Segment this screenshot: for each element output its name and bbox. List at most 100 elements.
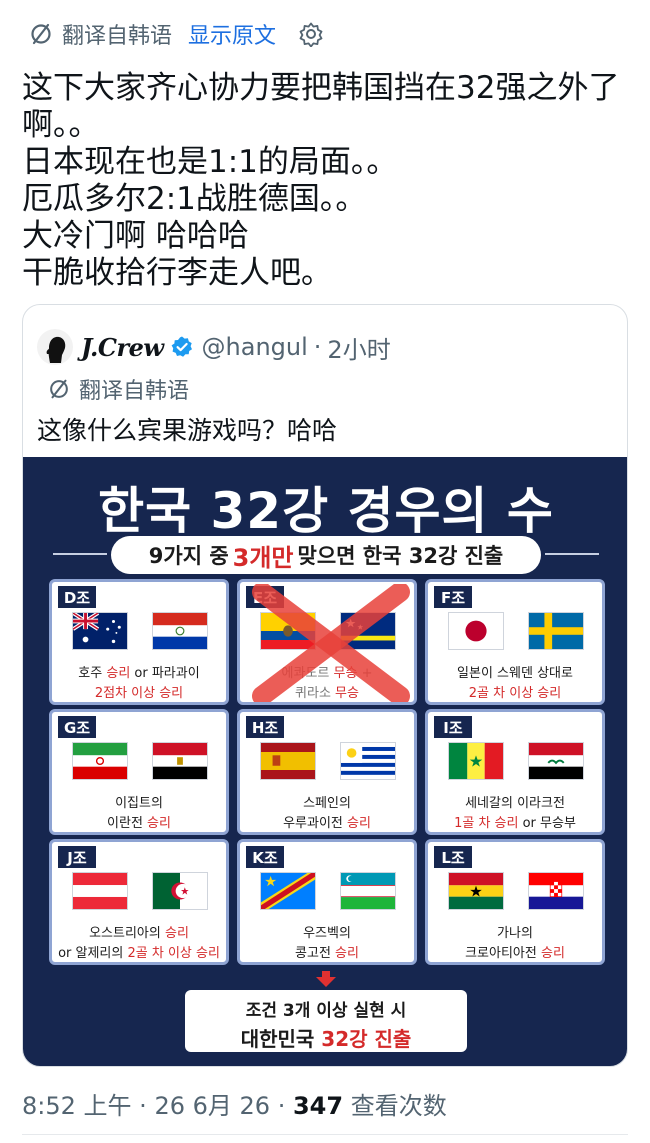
condition-highlight: 승리 bbox=[540, 946, 565, 961]
tweet-meta: 8:52 上午 · 26 6月 26 · 347 查看次数 bbox=[22, 1086, 447, 1121]
group-condition-line: 이집트의 bbox=[52, 792, 226, 811]
tweet-line: 干脆收拾行李走人吧。 bbox=[22, 255, 332, 291]
flag-paraguay-icon bbox=[152, 612, 208, 650]
flag-croatia-icon bbox=[528, 872, 584, 910]
condition-text: 이란전 bbox=[107, 816, 148, 831]
translate-icon bbox=[50, 379, 68, 399]
subtitle-text: 9가지 중 bbox=[148, 544, 229, 568]
flag-uzbekistan-icon bbox=[340, 872, 396, 910]
group-condition-line: 일본이 스웨덴 상대로 bbox=[428, 662, 602, 681]
condition-text: or 알제리의 bbox=[58, 946, 128, 961]
poster-subtitle: 9가지 중 3개만 맞으면 한국 32강 진출 bbox=[111, 536, 541, 574]
quoted-author-name[interactable]: J.Crew bbox=[81, 333, 164, 362]
group-condition-line: 퀴라소 무승 bbox=[240, 682, 414, 701]
quoted-translation-label: 翻译自韩语 bbox=[79, 379, 190, 404]
group-condition-line: 콩고전 승리 bbox=[240, 942, 414, 961]
group-condition-line: 오스트리아의 승리 bbox=[52, 922, 226, 941]
group-condition-line: 우루과이전 승리 bbox=[240, 812, 414, 831]
condition-highlight: 승리 bbox=[164, 926, 189, 941]
group-label: D조 bbox=[58, 586, 96, 608]
condition-text: 스페인의 bbox=[303, 796, 351, 811]
condition-highlight: 무승 bbox=[333, 666, 358, 681]
flag-austria-icon bbox=[72, 872, 128, 910]
condition-highlight: 무승 bbox=[335, 686, 359, 701]
translation-bar: 翻译自韩语 显示原文 bbox=[28, 18, 324, 50]
group-cell: K조우즈벡의 콩고전 승리 bbox=[237, 839, 417, 965]
verified-badge-icon bbox=[171, 336, 192, 357]
condition-text: or 파라과이 bbox=[130, 666, 200, 681]
group-condition-line: 에콰도르 무승 + bbox=[240, 662, 414, 681]
flag-australia-icon bbox=[72, 612, 128, 650]
group-condition-line: 스페인의 bbox=[240, 792, 414, 811]
divider bbox=[22, 1134, 628, 1135]
group-cell: D조호주 승리 or 파라과이 2점차 이상 승리 bbox=[49, 579, 229, 705]
flag-egypt-icon bbox=[152, 742, 208, 780]
flag-curacao-icon bbox=[340, 612, 396, 650]
separator-dot: · bbox=[139, 1092, 155, 1120]
flag-sweden-icon bbox=[528, 612, 584, 650]
condition-text: or 무승부 bbox=[518, 816, 576, 831]
group-label: I조 bbox=[434, 716, 472, 738]
poster-title: 한국 32강 경우의 수 bbox=[98, 482, 554, 540]
group-label: L조 bbox=[434, 846, 472, 868]
avatar[interactable] bbox=[37, 329, 73, 365]
condition-highlight: 승리 bbox=[335, 946, 359, 961]
subtitle-text: 맞으면 한국 32강 진출 bbox=[297, 544, 504, 568]
flag-drcongo-icon bbox=[260, 872, 316, 910]
condition-text: 오스트리아의 bbox=[89, 926, 165, 941]
quoted-author-handle[interactable]: @hangul bbox=[202, 333, 308, 361]
condition-text: 이집트의 bbox=[115, 796, 163, 811]
flag-uruguay-icon bbox=[340, 742, 396, 780]
condition-text: 일본이 스웨덴 상대로 bbox=[457, 666, 573, 681]
quoted-translation-bar: 翻译自韩语 bbox=[47, 373, 189, 405]
group-label: K조 bbox=[246, 846, 284, 868]
gear-icon[interactable] bbox=[298, 21, 324, 47]
arrow-down-icon bbox=[316, 971, 336, 987]
quoted-tweet-header: J.Crew @hangul · 2小时 bbox=[37, 327, 391, 367]
flag-iraq-icon bbox=[528, 742, 584, 780]
tweet-time[interactable]: 8:52 上午 bbox=[22, 1092, 132, 1120]
separator-dot: · bbox=[313, 333, 322, 361]
group-label: F조 bbox=[434, 586, 472, 608]
group-label: G조 bbox=[58, 716, 96, 738]
group-cell: E조 에콰도르 무승 + 퀴라소 무승 bbox=[237, 579, 417, 705]
separator-dot: · bbox=[277, 1092, 293, 1120]
group-cell: F조 일본이 스웨덴 상대로 2골 차 이상 승리 bbox=[425, 579, 605, 705]
group-condition-line: 크로아티아전 승리 bbox=[428, 942, 602, 961]
group-cell: H조 스페인의 우루과이전 승리 bbox=[237, 709, 417, 835]
group-cell: G조 이집트의 이란전 승리 bbox=[49, 709, 229, 835]
flag-ghana-icon bbox=[448, 872, 504, 910]
group-cell: J조 오스트리아의 승리 or 알제리의 2골 차 이상 승리 bbox=[49, 839, 229, 965]
views-label: 查看次数 bbox=[350, 1092, 447, 1120]
tweet-line: 日本现在也是1:1的局面。。 bbox=[22, 144, 398, 180]
condition-highlight: 2골 차 이상 승리 bbox=[127, 946, 220, 961]
group-condition-line: 호주 승리 or 파라과이 bbox=[52, 662, 226, 681]
condition-highlight: 승리 bbox=[347, 816, 371, 831]
quoted-tweet-card[interactable]: J.Crew @hangul · 2小时 翻译自韩语 这像什么宾果游戏吗？哈哈 … bbox=[22, 304, 628, 1067]
poster-image[interactable]: 한국 32강 경우의 수 9가지 중 3개만 맞으면 한국 32강 진출 D조호… bbox=[23, 457, 627, 1066]
group-condition-line: 우즈벡의 bbox=[240, 922, 414, 941]
flag-spain-icon bbox=[260, 742, 316, 780]
quoted-tweet-time[interactable]: 2小时 bbox=[327, 330, 390, 365]
condition-highlight: 2점차 이상 승리 bbox=[94, 686, 184, 701]
group-condition-line: 세네갈의 이라크전 bbox=[428, 792, 602, 811]
tweet-line: 这下大家齐心协力要把韩国挡在32强之外了 bbox=[22, 70, 620, 106]
tweet-line: 啊。。 bbox=[22, 107, 100, 143]
translation-label: 翻译自韩语 bbox=[62, 24, 173, 49]
condition-highlight: 승리 bbox=[106, 666, 131, 681]
subtitle-highlight: 3개만 bbox=[232, 543, 294, 572]
condition-text: 크로아티아전 bbox=[465, 946, 541, 961]
group-condition-line: 2점차 이상 승리 bbox=[52, 682, 226, 701]
condition-text: + bbox=[357, 666, 373, 681]
flag-ecuador-icon bbox=[260, 612, 316, 650]
tweet-line: 厄瓜多尔2:1战胜德国。。 bbox=[22, 181, 367, 217]
group-cell: I조세네갈의 이라크전 1골 차 승리 or 무승부 bbox=[425, 709, 605, 835]
result-line: 대한민국 32강 진출 bbox=[185, 1023, 467, 1052]
condition-highlight: 1골 차 승리 bbox=[454, 816, 519, 831]
condition-text: 세네갈의 이라크전 bbox=[465, 796, 565, 811]
flag-algeria-icon bbox=[152, 872, 208, 910]
tweet-date[interactable]: 26 6月 26 bbox=[154, 1092, 270, 1120]
condition-text: 우즈벡의 bbox=[303, 926, 351, 941]
group-condition-line: or 알제리의 2골 차 이상 승리 bbox=[52, 942, 226, 961]
show-original-link[interactable]: 显示原文 bbox=[188, 18, 276, 50]
